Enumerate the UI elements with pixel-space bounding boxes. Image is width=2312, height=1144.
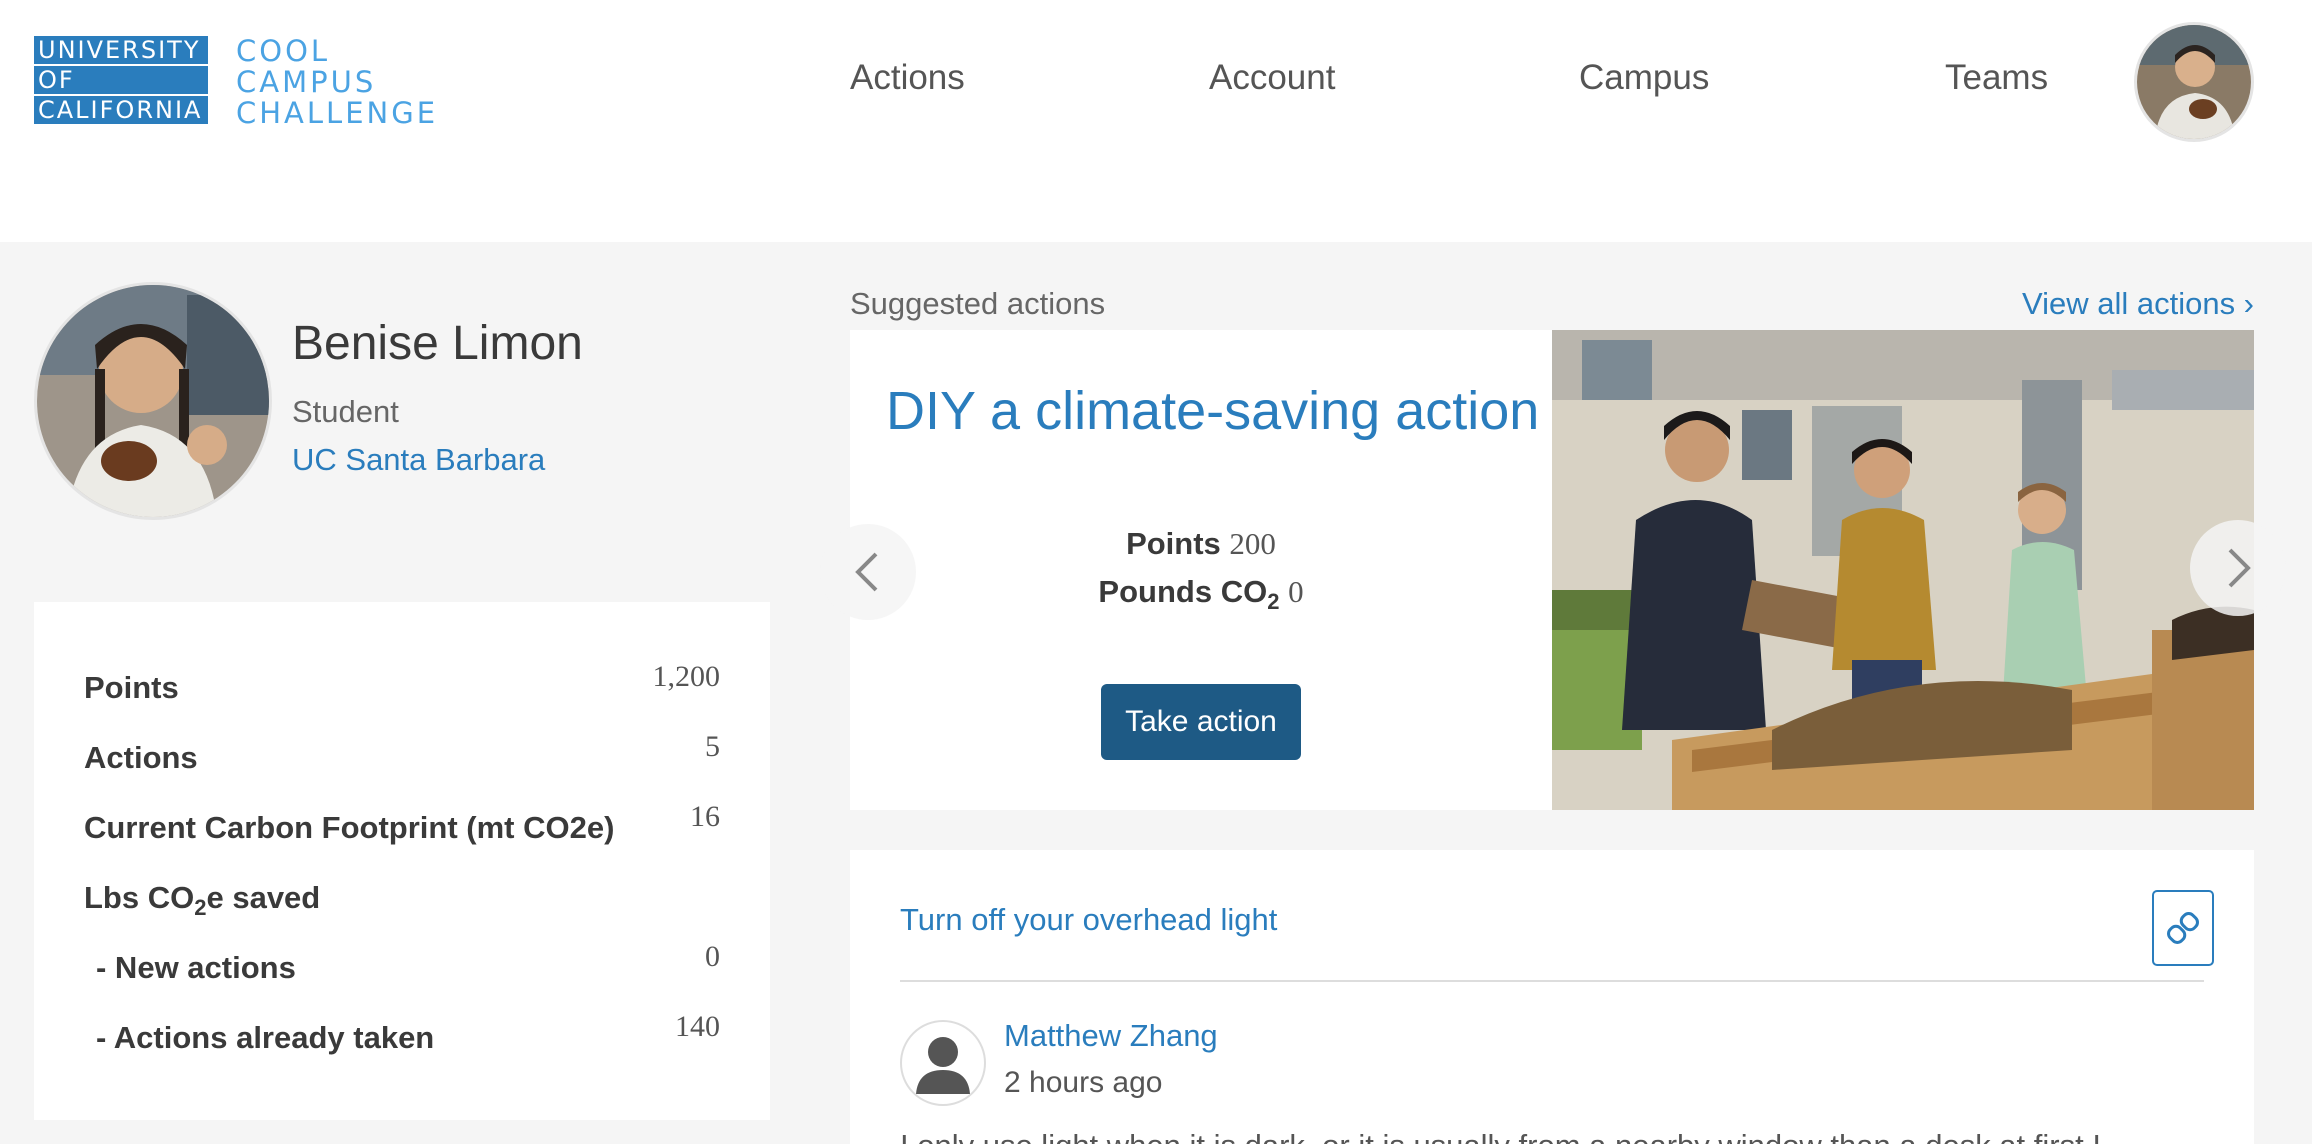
user-placeholder-icon	[916, 1037, 970, 1094]
action-card-title[interactable]: DIY a climate-saving action	[886, 380, 1539, 442]
view-all-actions-link[interactable]: View all actions ›	[2022, 286, 2254, 322]
co2-label-prefix: Pounds CO	[1098, 574, 1268, 609]
logo-uc-line-3: CALIFORNIA	[34, 96, 208, 124]
uc-logo: UNIVERSITY OF CALIFORNIA	[34, 36, 208, 126]
stat-label: - Actions already taken	[96, 1020, 435, 1055]
logo-ccc-line-2: CAMPUS	[236, 65, 377, 99]
points-label: Points	[1126, 526, 1221, 561]
points-value: 200	[1229, 526, 1276, 561]
profile-campus-link[interactable]: UC Santa Barbara	[292, 442, 545, 478]
logo-ccc-line-1: COOL	[236, 34, 331, 68]
action-card: DIY a climate-saving action Points 200 P…	[850, 330, 1552, 810]
feed-user-name[interactable]: Matthew Zhang	[1004, 1018, 1218, 1054]
stat-points: Points 1,200	[84, 660, 720, 720]
stat-actions: Actions 5	[84, 730, 720, 790]
profile-role: Student	[292, 394, 399, 429]
suggested-actions-carousel: DIY a climate-saving action Points 200 P…	[850, 330, 2254, 810]
action-card-co2: Pounds CO2 0	[850, 574, 1552, 615]
nav-account[interactable]: Account	[1209, 58, 1335, 98]
suggested-actions-heading: Suggested actions	[850, 286, 1106, 321]
ccc-logo: COOL CAMPUS CHALLENGE	[236, 36, 438, 129]
action-card-points: Points 200	[850, 526, 1552, 562]
stat-value: 1,200	[652, 660, 721, 693]
co2-label: Pounds CO2	[1098, 574, 1279, 614]
stat-label: - New actions	[96, 950, 296, 985]
stat-carbon-footprint: Current Carbon Footprint (mt CO2e) 16	[84, 800, 720, 860]
co2-label-sub: 2	[1267, 589, 1280, 615]
logo-uc-line-1: UNIVERSITY	[34, 36, 208, 64]
feed-item-title-link[interactable]: Turn off your overhead light	[900, 902, 1277, 938]
nav-campus[interactable]: Campus	[1579, 58, 1709, 98]
stat-actions-taken: - Actions already taken 140	[96, 1010, 720, 1070]
nav-teams[interactable]: Teams	[1945, 58, 2048, 98]
stat-label: Current Carbon Footprint (mt CO2e)	[84, 810, 615, 845]
copy-link-button[interactable]	[2152, 890, 2214, 966]
stat-label-suffix: e saved	[206, 880, 321, 915]
user-photo	[2137, 25, 2251, 139]
stat-label: Lbs CO2e saved	[84, 880, 320, 921]
chevron-left-icon	[855, 552, 878, 592]
feed-timestamp: 2 hours ago	[1004, 1066, 1163, 1099]
chevron-right-icon	[2228, 548, 2251, 588]
action-card-image	[1552, 330, 2254, 810]
stat-label: Actions	[84, 740, 198, 775]
nav-actions[interactable]: Actions	[850, 58, 965, 98]
feed-user-avatar[interactable]	[900, 1020, 986, 1106]
stat-value: 140	[675, 1010, 720, 1043]
stat-value: 0	[705, 940, 720, 973]
stat-value: 5	[705, 730, 720, 763]
profile-photo-image	[37, 285, 269, 517]
stat-value: 16	[690, 800, 720, 833]
profile-name: Benise Limon	[292, 317, 583, 370]
stat-label: Points	[84, 670, 179, 705]
logo-uc-line-2: OF	[34, 66, 208, 94]
gardening-photo	[1552, 330, 2254, 810]
stat-new-actions: - New actions 0	[96, 940, 720, 1000]
take-action-button[interactable]: Take action	[1101, 684, 1301, 760]
activity-feed: Turn off your overhead light Matthew Zha…	[850, 850, 2254, 1144]
feed-divider	[900, 980, 2204, 982]
co2-value: 0	[1288, 574, 1304, 609]
stat-lbs-saved: Lbs CO2e saved	[84, 880, 720, 930]
user-avatar-menu[interactable]	[2134, 22, 2254, 142]
stat-label-prefix: Lbs CO	[84, 880, 195, 915]
carousel-prev-button[interactable]	[820, 524, 916, 620]
site-header: UNIVERSITY OF CALIFORNIA COOL CAMPUS CHA…	[0, 0, 2312, 242]
feed-body-text: I only use light when it is dark, or it …	[900, 1128, 2127, 1144]
stat-label-sub: 2	[194, 895, 207, 921]
carousel-next-button[interactable]	[2190, 520, 2286, 616]
link-icon	[2167, 912, 2199, 944]
stats-panel: Points 1,200 Actions 5 Current Carbon Fo…	[34, 602, 770, 1120]
profile-photo	[34, 282, 272, 520]
logo-ccc-line-3: CHALLENGE	[236, 96, 439, 130]
site-logo[interactable]: UNIVERSITY OF CALIFORNIA COOL CAMPUS CHA…	[34, 36, 438, 129]
